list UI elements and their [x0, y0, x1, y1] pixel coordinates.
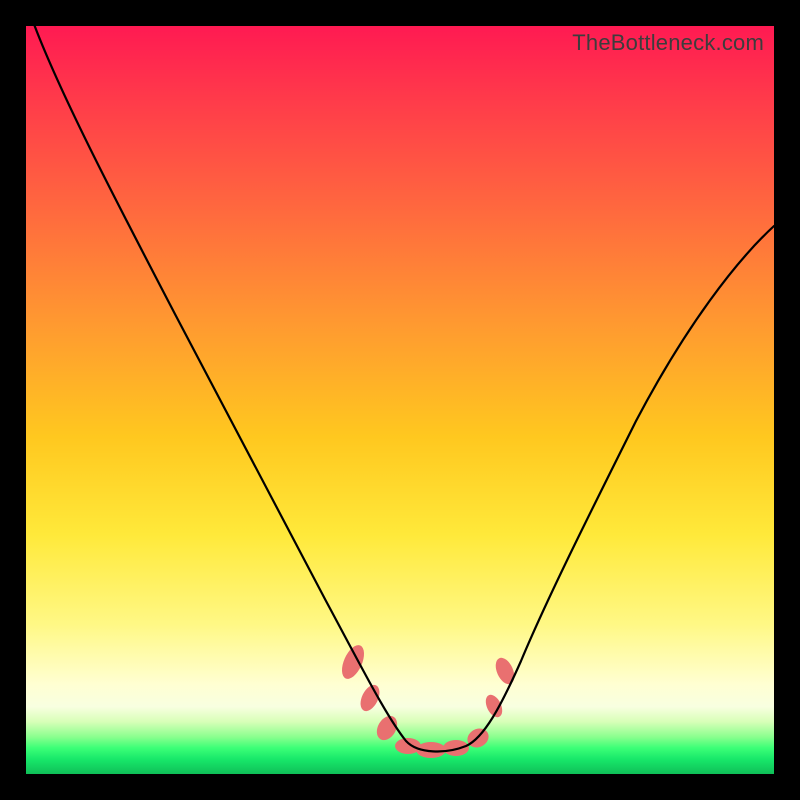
plot-area: TheBottleneck.com	[26, 26, 774, 774]
bottleneck-curve	[26, 26, 774, 774]
chart-frame: TheBottleneck.com	[0, 0, 800, 800]
curve-path	[31, 16, 774, 751]
curve-markers	[337, 642, 518, 758]
